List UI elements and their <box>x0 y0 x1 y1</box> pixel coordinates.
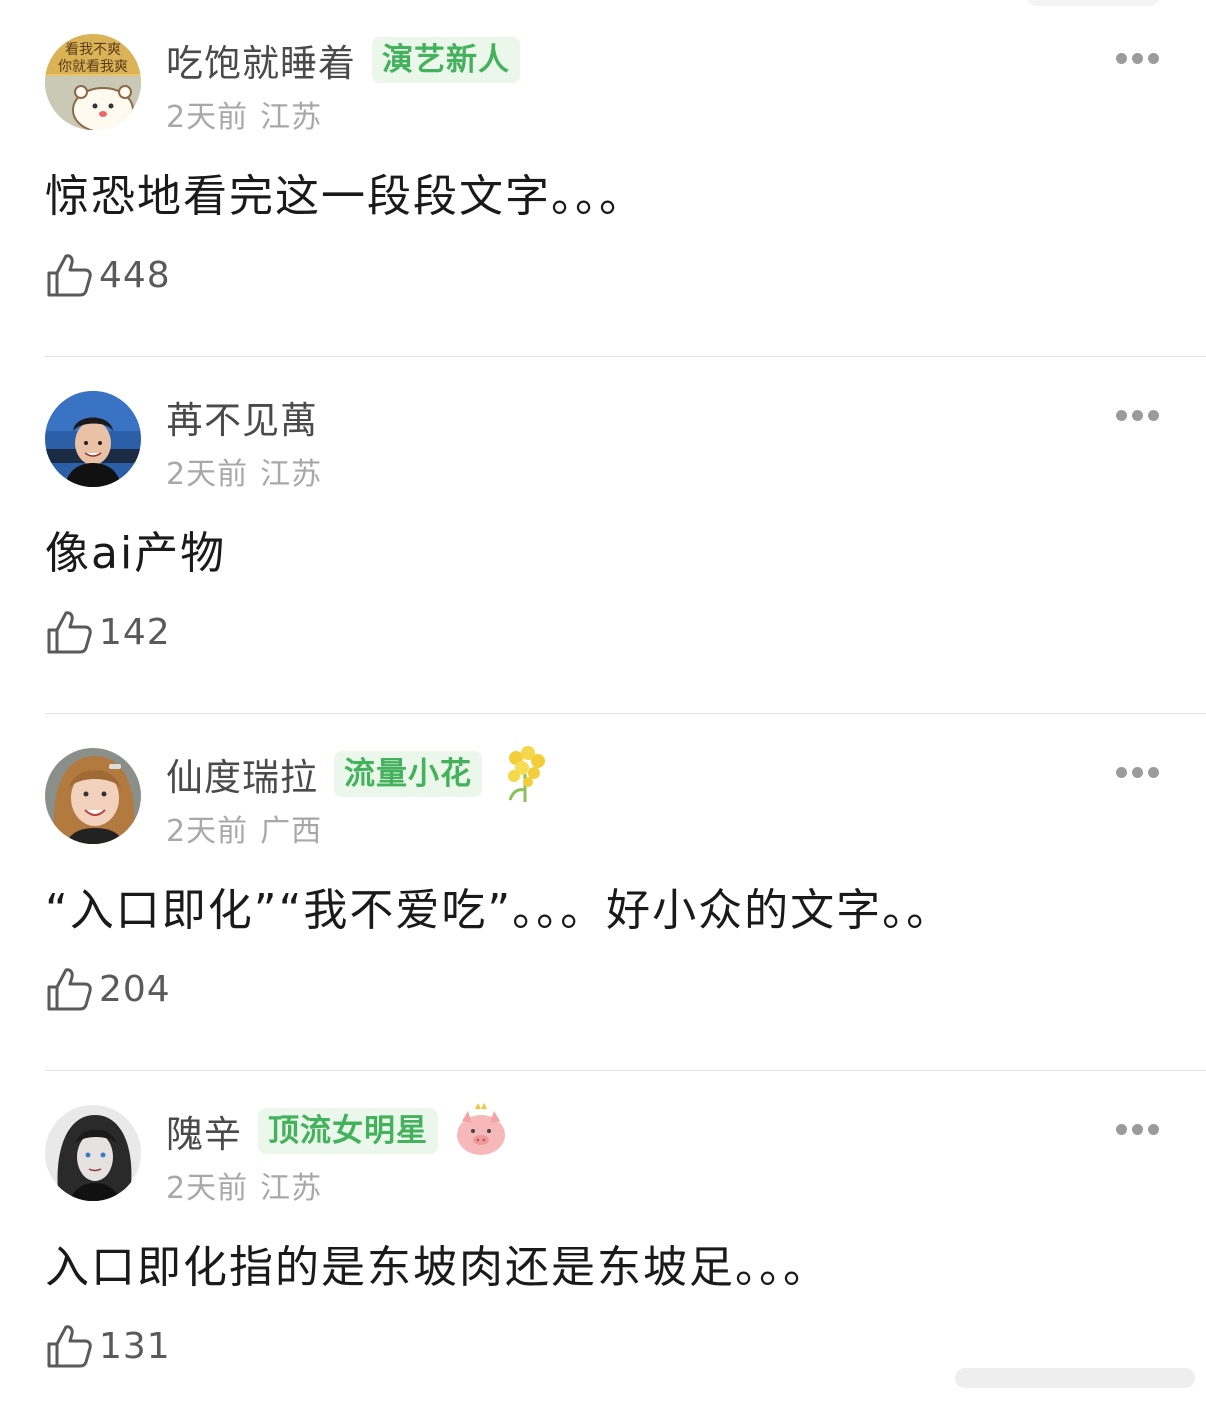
avatar[interactable] <box>45 748 141 844</box>
comment-meta: 2天前 江苏 <box>166 1163 322 1207</box>
thumbs-up-icon <box>47 611 92 654</box>
thumbs-up-icon <box>47 254 92 297</box>
rapeseed-flower-icon <box>508 746 545 802</box>
user-badge: 演艺新人 <box>372 37 520 83</box>
pink-pig-icon <box>457 1103 505 1155</box>
comment-text: 像ai产物 <box>45 528 227 579</box>
comment-meta: 2天前 江苏 <box>166 92 322 136</box>
like-count: 131 <box>99 1325 171 1367</box>
comment-location: 江苏 <box>260 457 323 492</box>
username[interactable]: 吃饱就睡着 <box>166 33 356 87</box>
comment-time: 2天前 <box>166 457 249 492</box>
name-row: 隗辛 顶流女明星 <box>166 1103 508 1159</box>
avatar-caption-1: 看我不爽 <box>65 42 121 58</box>
thumbs-up-icon <box>47 1325 92 1368</box>
thumbs-up-icon <box>47 968 92 1011</box>
like-button[interactable]: 131 <box>45 1319 171 1373</box>
comment-list-page: 看我不爽 你就看我爽 吃饱就睡着 演艺新人 2天前 江苏 惊恐地看完这一段段文字。… <box>0 0 1206 1406</box>
avatar[interactable] <box>45 391 141 487</box>
more-dots-icon[interactable] <box>1112 1123 1162 1137</box>
user-badge: 流量小花 <box>334 751 482 797</box>
comment-time: 2天前 <box>166 1171 249 1206</box>
comment-time: 2天前 <box>166 814 249 849</box>
watermark-icon <box>955 1368 1195 1388</box>
comment-text: 入口即化指的是东坡肉还是东坡足。。。 <box>45 1242 829 1293</box>
more-dots-icon[interactable] <box>1112 52 1162 66</box>
comment-item: 苒不见萬 2天前 江苏 像ai产物 142 <box>0 357 1206 714</box>
username[interactable]: 苒不见萬 <box>166 390 318 444</box>
username[interactable]: 隗辛 <box>166 1104 242 1158</box>
avatar[interactable]: 看我不爽 你就看我爽 <box>45 34 141 130</box>
comment-location: 江苏 <box>260 1171 323 1206</box>
more-dots-icon[interactable] <box>1112 766 1162 780</box>
avatar-caption-2: 你就看我爽 <box>58 59 128 75</box>
avatar[interactable] <box>45 1105 141 1201</box>
comment-text: “入口即化”“我不爱吃”。。。好小众的文字。。 <box>45 885 953 936</box>
comment-item: 仙度瑞拉 流量小花 2天前广西 “入口即化”“我不爱吃”。。。好小众的文字。。 <box>0 714 1206 1071</box>
comment-location: 江苏 <box>260 100 323 135</box>
name-row: 苒不见萬 <box>166 389 318 445</box>
like-count: 204 <box>99 968 171 1010</box>
more-dots-icon[interactable] <box>1112 409 1162 423</box>
username[interactable]: 仙度瑞拉 <box>166 747 318 801</box>
comment-item: 看我不爽 你就看我爽 吃饱就睡着 演艺新人 2天前 江苏 惊恐地看完这一段段文字。… <box>0 0 1206 357</box>
like-count: 142 <box>99 611 171 653</box>
comment-item: 隗辛 顶流女明星 2天前 江苏 入口即化指的是东坡肉还是东坡足。。。 131 <box>0 1071 1206 1406</box>
name-row: 吃饱就睡着 演艺新人 <box>166 32 520 88</box>
like-button[interactable]: 142 <box>45 605 171 659</box>
comment-meta: 2天前 广西 <box>166 806 322 850</box>
comment-location: 广西 <box>260 814 323 849</box>
comment-time: 2天前 <box>166 100 249 135</box>
comment-text: 惊恐地看完这一段段文字。。。 <box>45 171 645 222</box>
user-badge: 顶流女明星 <box>258 1108 438 1154</box>
like-button[interactable]: 448 <box>45 248 171 302</box>
name-row: 仙度瑞拉 流量小花 <box>166 746 552 802</box>
like-count: 448 <box>99 254 171 296</box>
like-button[interactable]: 204 <box>45 962 171 1016</box>
comment-meta: 2天前 江苏 <box>166 449 322 493</box>
